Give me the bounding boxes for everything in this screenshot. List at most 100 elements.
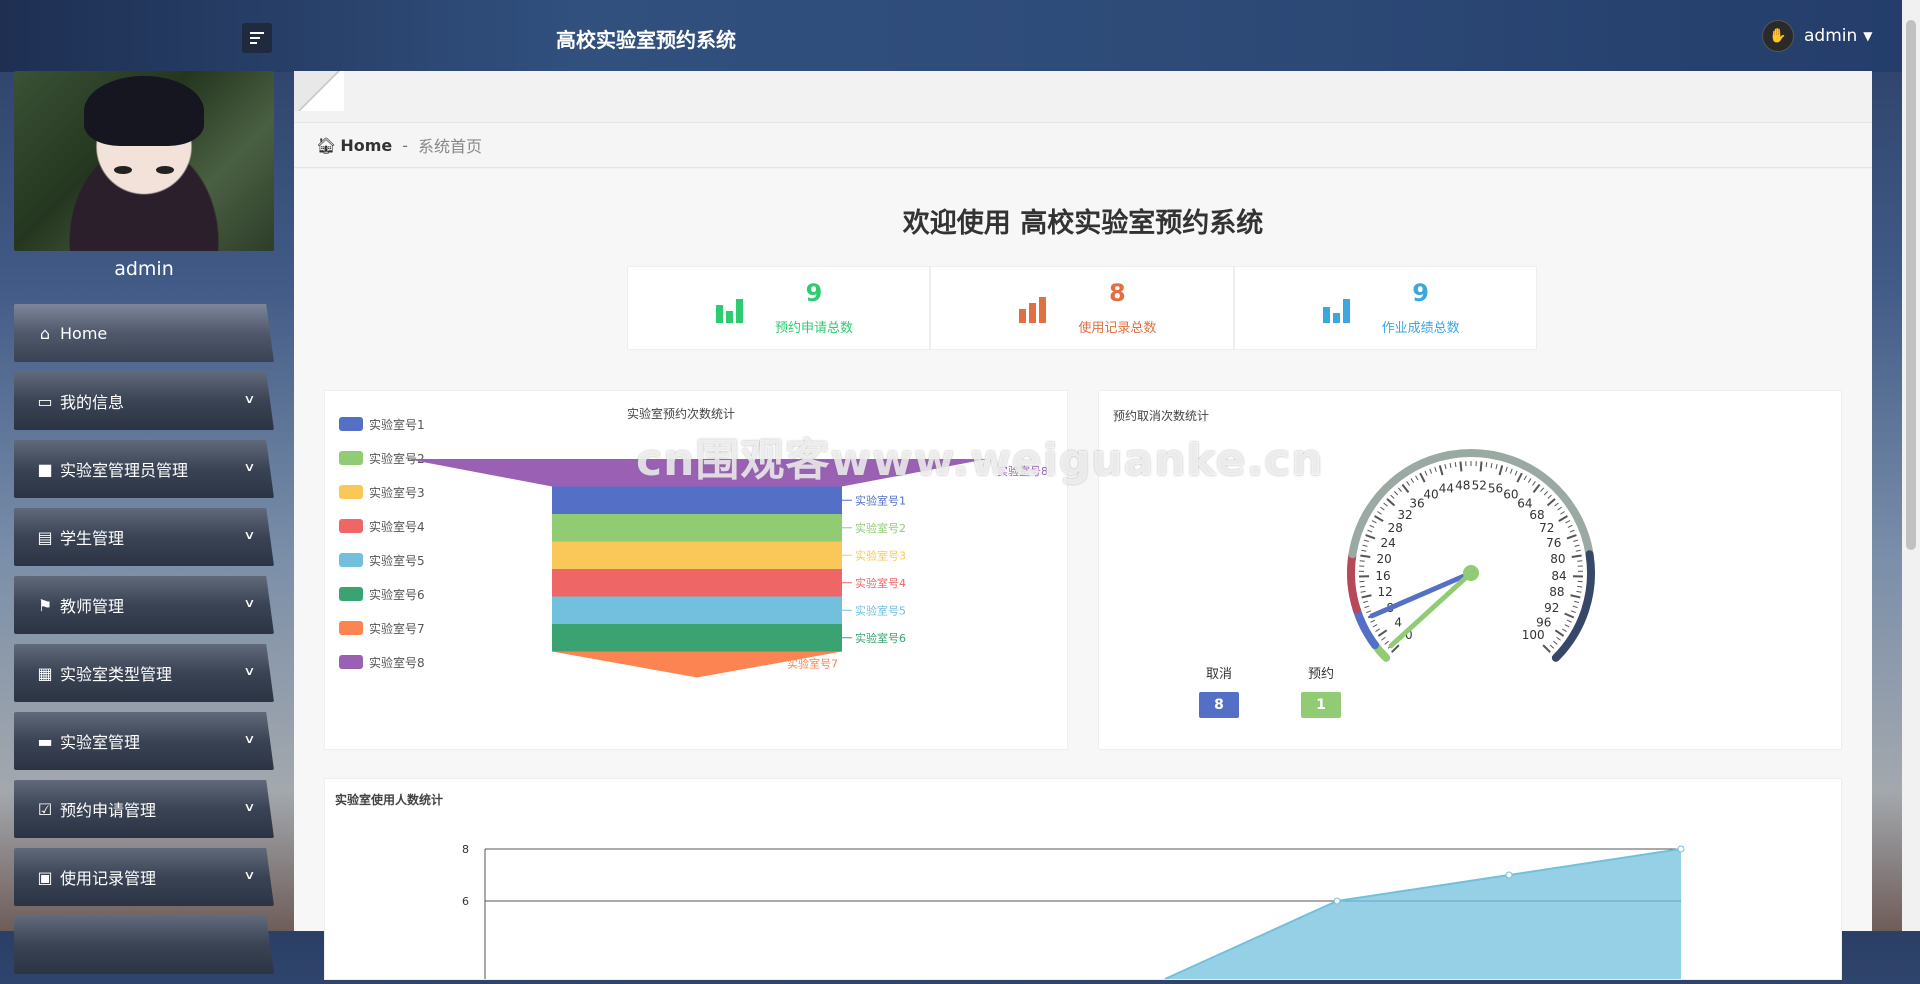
chevron-down-icon: ∨ [243,528,255,542]
sidebar-item-usage-records[interactable]: ▣ 使用记录管理 ∨ [14,848,274,906]
sidebar-item-students[interactable]: ▤ 学生管理 ∨ [14,508,274,566]
sidebar-item-home[interactable]: ⌂ Home [14,304,274,362]
gauge-tick [1364,540,1369,541]
gauge-tick [1544,491,1547,495]
gauge-tick [1416,476,1418,480]
gauge-cancel-value: 8 [1199,692,1239,718]
gauge-tick-label: 16 [1375,569,1390,583]
area-chart: 86 [325,779,1841,979]
funnel-label: 实验室号2 [855,521,906,535]
sidebar-item-reservations[interactable]: ☑ 预约申请管理 ∨ [14,780,274,838]
breadcrumb-separator: - [402,136,408,155]
gauge-tick-label: 20 [1376,552,1391,566]
area-point [1334,898,1340,904]
breadcrumb-current: 系统首页 [418,133,482,157]
sidebar: admin ⌂ Home ▭ 我的信息 ∨ ■ 实验室管理员管理 ∨ ▤ 学生管… [0,0,290,931]
gauge-tick [1481,461,1482,471]
gauge-tick [1567,535,1576,538]
gauge-tick [1366,611,1371,613]
gauge-tick-label: 40 [1423,488,1438,502]
gauge-pointer-hub [1463,565,1479,581]
gauge-legend-cancel: 取消 8 [1199,663,1239,718]
scrollbar-thumb[interactable] [1906,20,1916,550]
funnel-label: 实验室号5 [855,603,906,617]
gauge-tick-label: 52 [1472,478,1487,492]
chevron-down-icon: ∨ [243,664,255,678]
sidebar-item-more[interactable] [14,916,274,974]
gauge-tick [1548,499,1556,506]
clipboard-icon: ▤ [34,528,56,547]
sidebar-item-teachers[interactable]: ⚑ 教师管理 ∨ [14,576,274,634]
gauge-tick [1455,462,1456,467]
gauge-legend-reserve: 预约 1 [1301,663,1341,718]
gauge-tick [1571,611,1576,613]
gauge-tick [1555,630,1563,636]
content-area: 🏠︎ Home - 系统首页 欢迎使用 高校实验室预约系统 9 预约申请总数 8… [294,71,1872,931]
funnel-label: 实验室号3 [855,548,906,562]
gauge-tick [1366,535,1375,538]
gauge-tick [1565,614,1574,618]
gauge-tick [1360,561,1365,562]
gauge-tick [1420,473,1425,482]
gauge-tick [1559,516,1568,521]
gauge-tick [1364,606,1369,608]
funnel-segment [552,514,842,542]
gauge-tick [1377,512,1381,515]
page-scrollbar[interactable] [1902,0,1920,931]
gauge-reserve-value: 1 [1301,692,1341,718]
gauge-tick [1570,530,1575,532]
funnel-segment [552,569,842,597]
stat-value: 9 [754,279,874,307]
bar-chart-icon [1019,295,1049,323]
gauge-tick-label: 76 [1546,536,1561,550]
gauge-tick [1411,478,1414,482]
house-icon: ⌂ [34,324,56,343]
gauge-tick-label: 68 [1529,508,1544,522]
gauge-tick [1407,481,1410,485]
sidebar-item-lab-admin[interactable]: ■ 实验室管理员管理 ∨ [14,440,274,498]
gauge-tick [1567,620,1571,622]
sidebar-nav: ⌂ Home ▭ 我的信息 ∨ ■ 实验室管理员管理 ∨ ▤ 学生管理 ∨ ⚑ … [14,304,274,984]
funnel-segment [552,624,842,652]
gauge-tick [1543,645,1550,652]
gauge-tick [1540,488,1543,492]
gauge-tick [1491,463,1492,468]
chevron-down-icon: ∨ [243,800,255,814]
gauge-tick [1363,545,1368,546]
gauge-tick [1368,530,1373,532]
gauge-tick [1370,525,1375,527]
funnel-segment [552,597,842,625]
gauge-axis-band [1351,554,1357,610]
sidebar-item-lab-types[interactable]: ▦ 实验室类型管理 ∨ [14,644,274,702]
gauge-tick [1568,525,1573,527]
briefcase-icon: ■ [34,460,56,479]
sidebar-item-labs[interactable]: ▬ 实验室管理 ∨ [14,712,274,770]
profile-avatar [14,71,274,251]
welcome-title: 欢迎使用 高校实验室预约系统 [294,201,1872,240]
gauge-tick-label: 72 [1539,521,1554,535]
gauge-tick [1372,521,1376,523]
gauge-tick [1385,641,1389,644]
area-y-tick-label: 6 [462,895,469,908]
gauge-tick-label: 44 [1439,481,1454,495]
funnel-label: 实验室号1 [855,493,906,507]
home-icon: 🏠︎ [316,136,336,155]
gauge-tick [1450,463,1451,468]
gauge-tick [1398,488,1401,492]
gauge-tick [1528,478,1531,482]
gauge-tick [1363,601,1368,602]
breadcrumb: 🏠︎ Home - 系统首页 [294,122,1872,168]
dashboard: 欢迎使用 高校实验室预约系统 9 预约申请总数 8 使用记录总数 [294,169,1872,931]
user-name: admin [1804,26,1857,46]
gauge-tick [1575,545,1580,546]
gauge-tick [1534,485,1540,493]
sidebar-item-my-info[interactable]: ▭ 我的信息 ∨ [14,372,274,430]
chevron-down-icon: ∨ [243,392,255,406]
chevron-down-icon: ∨ [243,460,255,474]
gauge-tick [1375,516,1384,521]
user-menu[interactable]: ✋ admin ▼ [1762,20,1873,52]
stat-card-reservations: 9 预约申请总数 [627,266,930,350]
gauge-tick [1486,462,1487,467]
breadcrumb-home[interactable]: Home [340,136,392,155]
stat-cards: 9 预约申请总数 8 使用记录总数 9 作业成绩总数 [627,266,1537,350]
